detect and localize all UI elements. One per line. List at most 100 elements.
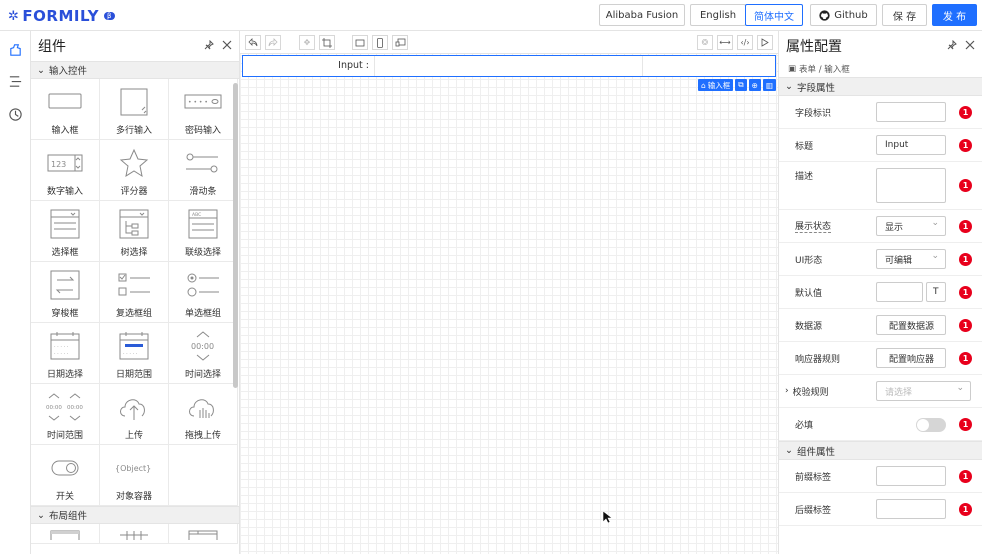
chevron-down-icon: ⌄ [956, 383, 964, 393]
responsive-view-button[interactable] [392, 35, 408, 50]
components-scrollbar[interactable] [233, 83, 238, 388]
required-switch[interactable] [916, 418, 946, 432]
validator-select[interactable]: 请选择 ⌄ [876, 381, 971, 401]
radio-icon [187, 273, 219, 297]
close-icon[interactable] [965, 40, 975, 50]
component-textarea[interactable]: 多行输入 [100, 79, 169, 140]
component-grid-layout[interactable] [100, 524, 169, 544]
component-select[interactable]: 选择框 [31, 201, 100, 262]
component-drag-upload[interactable]: 拖拽上传 [169, 384, 238, 445]
component-time[interactable]: 00:00 时间选择 [169, 323, 238, 384]
time-icon: 00:00 [191, 331, 214, 361]
pc-view-button[interactable] [352, 35, 368, 50]
chevron-right-icon[interactable]: › [785, 386, 789, 396]
add-button[interactable]: ⊕ [748, 79, 761, 91]
suffix-input[interactable] [876, 499, 946, 519]
component-tree-select[interactable]: 树选择 [100, 201, 169, 262]
component-password[interactable]: • • • • 密码输入 [169, 79, 238, 140]
title-input[interactable]: Input [876, 135, 946, 155]
history-icon[interactable] [8, 107, 23, 122]
chinese-button[interactable]: 简体中文 [745, 4, 803, 26]
default-value-input[interactable] [876, 282, 923, 302]
components-tab-icon[interactable] [8, 42, 23, 57]
desktop-icon [355, 39, 365, 46]
code-icon: ‹/› [740, 38, 750, 47]
form-item-field[interactable] [375, 56, 643, 76]
design-mode-button[interactable]: ❂ [697, 35, 713, 50]
properties-panel: 属性配置 ▣ 表单 / 输入框 ⌄ 字段属性 字段标识 1 标题 Input 1 描述 1 … [778, 31, 982, 554]
notice-badge: 1 [959, 319, 972, 332]
config-datasource-button[interactable]: 配置数据源 [876, 315, 946, 335]
prop-row-prefix: 前缀标签 1 [779, 460, 982, 493]
pattern-select[interactable]: 可编辑 ⌄ [876, 249, 946, 269]
move-icon: ✥ [303, 38, 311, 47]
svg-text:123: 123 [51, 160, 66, 169]
breadcrumb: ▣ 表单 / 输入框 [788, 64, 850, 75]
component-card[interactable] [31, 524, 100, 544]
component-rate[interactable]: 评分器 [100, 140, 169, 201]
github-button[interactable]: Github [810, 4, 877, 26]
prop-row-suffix: 后缀标签 1 [779, 493, 982, 526]
tree-select-icon [119, 209, 149, 239]
svg-text:ABC: ABC [192, 212, 201, 218]
section-component-properties[interactable]: ⌄ 组件属性 [779, 441, 982, 460]
notice-badge: 1 [959, 106, 972, 119]
chevron-down-icon: ⌄ [931, 251, 939, 261]
component-tabs[interactable] [169, 524, 238, 544]
move-tool-button[interactable]: ✥ [299, 35, 315, 50]
component-input[interactable]: 输入框 [31, 79, 100, 140]
group-input-controls[interactable]: ⌄ 输入控件 [31, 61, 239, 79]
mobile-icon [377, 37, 383, 48]
number-icon: 123 [47, 154, 83, 172]
component-switch[interactable]: 开关 [31, 445, 100, 506]
redo-button[interactable] [265, 35, 281, 50]
alibaba-fusion-button[interactable]: Alibaba Fusion [599, 4, 685, 26]
selection-tool-button[interactable] [319, 35, 335, 50]
component-upload[interactable]: 上传 [100, 384, 169, 445]
time-range-icon: 00:00 00:00 [46, 393, 83, 421]
prefix-input[interactable] [876, 466, 946, 486]
copy-button[interactable]: ⧉ [735, 79, 747, 91]
config-reactions-button[interactable]: 配置响应器 [876, 348, 946, 368]
component-checkbox-group[interactable]: 复选框组 [100, 262, 169, 323]
pin-icon[interactable] [947, 40, 957, 50]
notice-badge: 1 [959, 352, 972, 365]
component-time-range[interactable]: 00:00 00:00 时间范围 [31, 384, 100, 445]
component-cascader[interactable]: ABC 联级选择 [169, 201, 238, 262]
json-tree-button[interactable]: ⟷ [717, 35, 733, 50]
component-number[interactable]: 123 数字输入 [31, 140, 100, 201]
component-empty-cell [169, 445, 238, 506]
undo-button[interactable] [245, 35, 261, 50]
value-type-button[interactable]: T [926, 282, 946, 302]
outline-tree-icon[interactable] [8, 74, 23, 89]
preview-button[interactable] [757, 35, 773, 50]
rate-icon [119, 148, 149, 178]
form-item-input[interactable]: Input : [242, 55, 776, 77]
design-canvas[interactable]: ✥ ❂ ⟷ ‹/› Input : ⌂ 输入框 ⧉ ⊕ ▥ [240, 31, 778, 554]
selection-tag[interactable]: ⌂ 输入框 [697, 79, 734, 91]
mobile-view-button[interactable] [372, 35, 388, 50]
description-textarea[interactable] [876, 168, 946, 203]
close-icon[interactable] [222, 40, 232, 50]
component-radio-group[interactable]: 单选框组 [169, 262, 238, 323]
code-view-button[interactable]: ‹/› [737, 35, 753, 50]
password-icon: • • • • [184, 94, 222, 109]
svg-text:• • • •: • • • • [188, 99, 208, 106]
save-button[interactable]: 保 存 [882, 4, 927, 26]
component-slider[interactable]: 滑动条 [169, 140, 238, 201]
name-input[interactable] [876, 102, 946, 122]
english-button[interactable]: English [690, 4, 746, 26]
publish-button[interactable]: 发 布 [932, 4, 977, 26]
display-select[interactable]: 显示 ⌄ [876, 216, 946, 236]
component-date-range[interactable]: · · · · · 日期范围 [100, 323, 169, 384]
component-date[interactable]: · · · · · · · · · · 日期选择 [31, 323, 100, 384]
undo-icon [248, 38, 258, 47]
card-icon [50, 530, 80, 540]
delete-button[interactable]: ▥ [762, 79, 776, 91]
group-layout-components[interactable]: ⌄ 布局组件 [31, 506, 239, 524]
component-object[interactable]: {Object} 对象容器 [100, 445, 169, 506]
section-field-properties[interactable]: ⌄ 字段属性 [779, 77, 982, 96]
pin-icon[interactable] [204, 40, 214, 50]
svg-text:00:00: 00:00 [67, 405, 83, 411]
component-transfer[interactable]: 穿梭框 [31, 262, 100, 323]
